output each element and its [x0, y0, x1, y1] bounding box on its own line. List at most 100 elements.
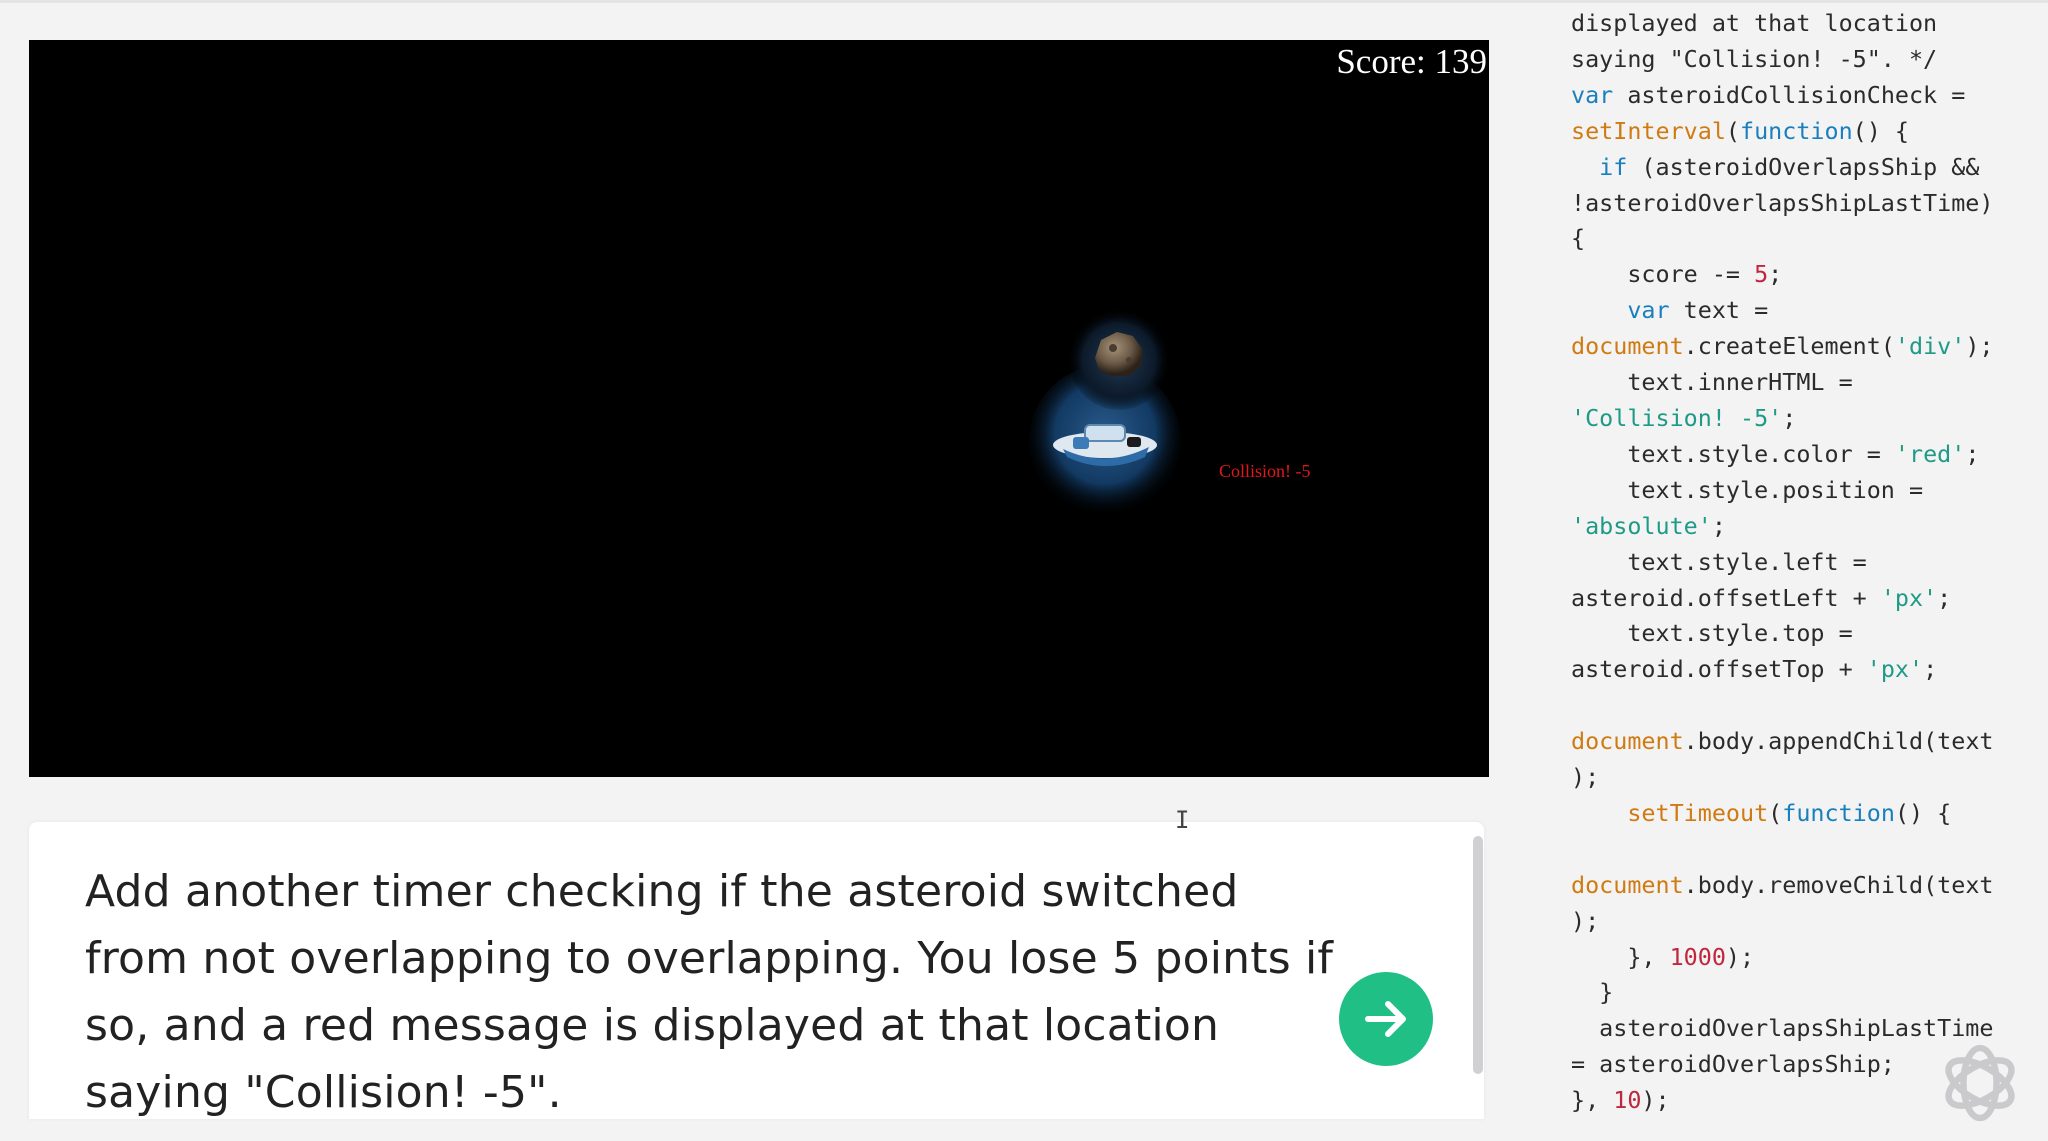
code-token: ); [1641, 1086, 1670, 1115]
code-panel: displayed at that location saying "Collis… [1571, 6, 2041, 1136]
code-token: ); [1725, 942, 1755, 971]
code-token: text = [1669, 296, 1769, 325]
code-token: asteroidOverlapsShipLastTime [1571, 1014, 1994, 1043]
code-line: displayed at that location [1571, 6, 2041, 42]
code-token: (asteroidOverlapsShip && [1627, 152, 1980, 181]
code-line: { [1571, 221, 2041, 257]
asteroid-sprite [1069, 310, 1169, 410]
code-token: .body.removeChild(text [1683, 870, 1994, 899]
code-token: } [1571, 978, 1614, 1007]
arrow-right-icon [1365, 1001, 1406, 1037]
code-token: setInterval [1571, 116, 1726, 145]
code-token: text.style.top = [1571, 619, 1853, 648]
code-token: { [1571, 224, 1586, 253]
code-token: ); [1965, 332, 1994, 361]
code-token: ; [1923, 655, 1938, 684]
code-token: document [1571, 727, 1684, 756]
score-label: Score: 139 [1336, 42, 1487, 81]
code-line: document.body.appendChild(text [1571, 724, 2041, 760]
code-line: }, 1000); [1571, 940, 2041, 976]
code-token: ( [1768, 798, 1783, 827]
code-token: ); [1571, 763, 1600, 792]
code-line: setInterval(function() { [1571, 114, 2041, 150]
code-token: }, [1571, 942, 1670, 971]
code-token: 'px' [1866, 655, 1924, 684]
code-token: var [1571, 80, 1614, 109]
code-token: asteroid.offsetLeft + [1571, 583, 1881, 612]
code-token: if [1599, 152, 1628, 181]
prompt-scrollbar[interactable] [1473, 836, 1483, 1074]
code-token: asteroid.offsetTop + [1571, 655, 1867, 684]
code-token: 'red' [1894, 439, 1966, 468]
code-token: ); [1571, 906, 1600, 935]
code-line: var text = [1571, 293, 2041, 329]
code-token: setTimeout [1627, 798, 1769, 827]
text-cursor-icon: I [1175, 806, 1190, 834]
code-token: 'absolute' [1571, 511, 1712, 540]
code-token: document [1571, 332, 1684, 361]
code-token: .createElement( [1683, 332, 1895, 361]
code-token: saying "Collision! -5". */ [1571, 44, 1938, 73]
code-line: text.style.left = [1571, 545, 2041, 581]
code-token: var [1627, 296, 1670, 325]
code-token: () { [1852, 116, 1910, 145]
code-token: ; [1711, 511, 1726, 540]
code-token: 1000 [1669, 942, 1726, 971]
code-line: text.innerHTML = [1571, 365, 2041, 401]
code-token: asteroidCollisionCheck = [1613, 80, 1966, 109]
code-token: text.innerHTML = [1571, 368, 1853, 397]
code-token: function [1782, 798, 1895, 827]
code-token: function [1740, 116, 1853, 145]
code-line: asteroid.offsetLeft + 'px'; [1571, 581, 2041, 617]
code-token: 'Collision! -5' [1571, 403, 1783, 432]
code-line: !asteroidOverlapsShipLastTime) [1571, 186, 2041, 222]
submit-button[interactable] [1339, 972, 1433, 1066]
code-token: = asteroidOverlapsShip; [1571, 1050, 1895, 1079]
code-token: }, [1571, 1086, 1614, 1115]
openai-logo-icon [1945, 1044, 2015, 1122]
code-token: ; [1782, 403, 1797, 432]
code-token: text.style.left = [1571, 547, 1867, 576]
code-token: displayed at that location [1571, 9, 1938, 37]
code-line: document.createElement('div'); [1571, 329, 2041, 365]
code-token: () { [1894, 798, 1952, 827]
code-token: ( [1725, 116, 1740, 145]
code-line: 'absolute'; [1571, 509, 2041, 545]
code-line: ); [1571, 760, 2041, 796]
code-line: } [1571, 975, 2041, 1011]
code-line: asteroid.offsetTop + 'px'; [1571, 652, 2041, 688]
code-token: 10 [1613, 1086, 1642, 1115]
code-token: 'px' [1880, 583, 1938, 612]
code-line: score -= 5; [1571, 257, 2041, 293]
code-token: ; [1965, 439, 1980, 468]
code-line: text.style.position = [1571, 473, 2041, 509]
code-token: ; [1768, 260, 1783, 289]
code-token: 'div' [1894, 332, 1966, 361]
collision-message: Collision! -5 [1219, 461, 1311, 481]
code-token: ; [1937, 583, 1952, 612]
code-token: 5 [1754, 260, 1769, 289]
code-token: !asteroidOverlapsShipLastTime) [1571, 188, 1994, 217]
prompt-text[interactable]: Add another timer checking if the astero… [85, 858, 1355, 1119]
code-token: text.style.position = [1571, 475, 1924, 504]
code-token: document [1571, 870, 1684, 899]
code-line: text.style.top = [1571, 616, 2041, 652]
code-token: text.style.color = [1571, 439, 1895, 468]
code-line: if (asteroidOverlapsShip && [1571, 150, 2041, 186]
code-line: 'Collision! -5'; [1571, 401, 2041, 437]
code-line: setTimeout(function() { [1571, 796, 2041, 832]
code-line: ); [1571, 904, 2041, 940]
code-line: saying "Collision! -5". */ [1571, 42, 2041, 78]
code-line: document.body.removeChild(text [1571, 868, 2041, 904]
code-line: text.style.color = 'red'; [1571, 437, 2041, 473]
prompt-input[interactable]: Add another timer checking if the astero… [29, 822, 1484, 1119]
code-line: var asteroidCollisionCheck = [1571, 78, 2041, 114]
code-token: score -= [1571, 260, 1755, 289]
top-divider [0, 0, 2048, 3]
game-canvas[interactable]: Score: 139 Collision! -5 [29, 40, 1489, 777]
